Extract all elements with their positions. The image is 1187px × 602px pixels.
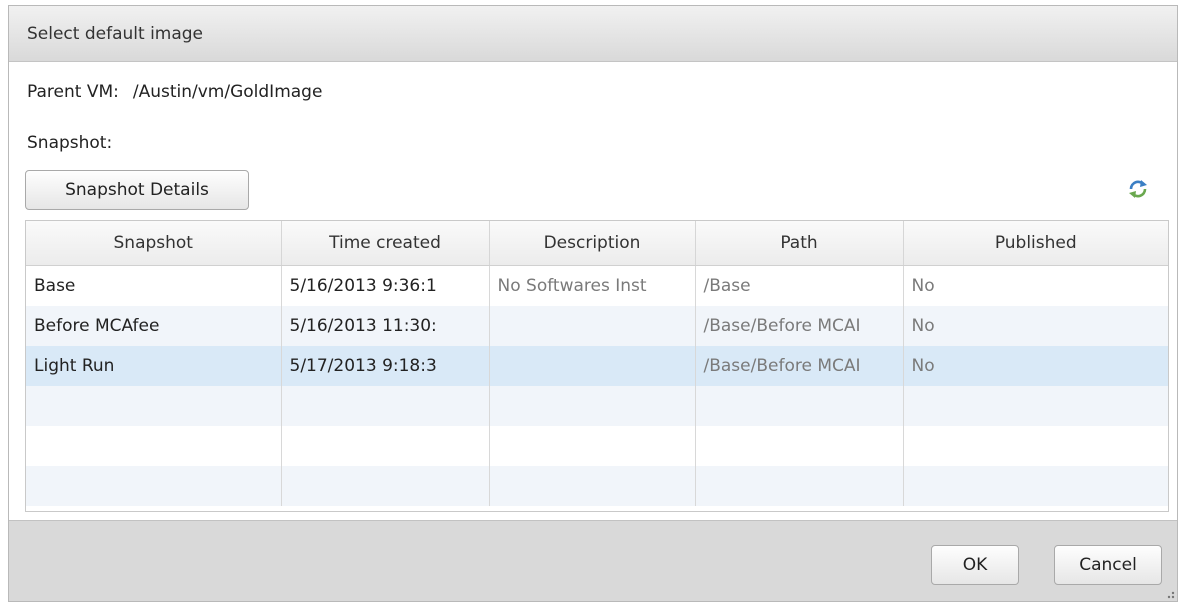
cell-path: /Base [695, 265, 904, 306]
table-row-selected[interactable]: Light Run 5/17/2013 9:18:3 /Base/Before … [26, 346, 1168, 386]
cell-time-created: 5/16/2013 11:30: [281, 306, 490, 346]
empty-row [26, 426, 1168, 466]
resize-grip-icon[interactable] [1163, 587, 1175, 599]
cell-description: No Softwares Inst [489, 265, 696, 306]
cell-path: /Base/Before MCAI [695, 346, 904, 386]
parent-vm-value: /Austin/vm/GoldImage [132, 82, 323, 102]
cancel-button[interactable]: Cancel [1054, 545, 1162, 585]
cell-published: No [903, 346, 1168, 386]
column-header-path[interactable]: Path [695, 221, 904, 266]
dialog-titlebar[interactable]: Select default image [9, 6, 1177, 62]
column-header-published[interactable]: Published [903, 221, 1168, 266]
cell-path: /Base/Before MCAI [695, 306, 904, 346]
ok-button[interactable]: OK [931, 545, 1019, 585]
cell-description [489, 306, 696, 346]
snapshot-table: Snapshot Time created Description Path P… [25, 220, 1169, 512]
column-header-description[interactable]: Description [489, 221, 696, 266]
cell-time-created: 5/17/2013 9:18:3 [281, 346, 490, 386]
dialog-title: Select default image [27, 23, 204, 44]
cell-snapshot: Base [26, 265, 282, 306]
table-row[interactable]: Before MCAfee 5/16/2013 11:30: /Base/Bef… [26, 306, 1168, 346]
snapshot-details-button[interactable]: Snapshot Details [25, 170, 249, 210]
dialog-footer: OK Cancel [9, 520, 1177, 601]
cell-time-created: 5/16/2013 9:36:1 [281, 265, 490, 306]
empty-row [26, 466, 1168, 506]
refresh-icon[interactable] [1127, 178, 1149, 200]
column-header-snapshot[interactable]: Snapshot [26, 221, 282, 266]
snapshot-label: Snapshot: [27, 133, 113, 153]
column-header-time-created[interactable]: Time created [281, 221, 490, 266]
parent-vm-label: Parent VM: [27, 82, 119, 102]
select-default-image-dialog: Select default image Parent VM: /Austin/v… [8, 5, 1178, 602]
cell-description [489, 346, 696, 386]
cell-snapshot: Before MCAfee [26, 306, 282, 346]
parent-vm-row: Parent VM: /Austin/vm/GoldImage [27, 82, 322, 102]
table-header-row: Snapshot Time created Description Path P… [26, 221, 1168, 266]
empty-row [26, 386, 1168, 426]
cell-published: No [903, 265, 1168, 306]
cell-published: No [903, 306, 1168, 346]
cell-snapshot: Light Run [26, 346, 282, 386]
table-row[interactable]: Base 5/16/2013 9:36:1 No Softwares Inst … [26, 265, 1168, 306]
